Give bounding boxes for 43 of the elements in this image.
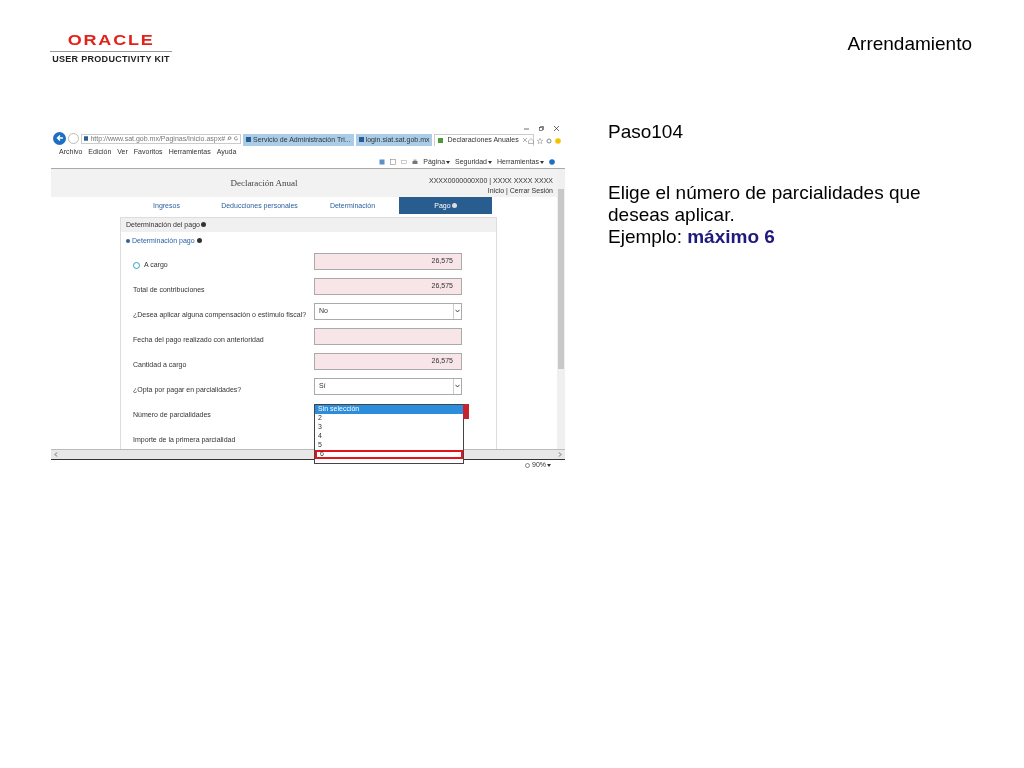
caret-icon [547,463,551,467]
help-icon[interactable] [549,159,555,166]
vertical-scrollbar[interactable] [557,168,565,449]
info-badge-icon [200,222,206,228]
brand-logo: ORACLE [67,31,155,48]
minimize-icon[interactable] [524,126,529,131]
star-icon[interactable] [537,138,543,144]
horizontal-scrollbar[interactable] [51,448,565,460]
refresh-icon [233,136,238,142]
search-icon [227,136,232,142]
expand-icon[interactable] [126,238,130,243]
print-icon[interactable] [412,159,419,166]
site-icon [84,136,89,142]
scroll-right-icon[interactable] [558,452,562,458]
restore-icon[interactable] [539,126,544,131]
caret-icon [488,160,492,164]
text-field[interactable] [314,327,462,345]
chevron-down-icon [455,384,460,389]
back-button[interactable] [53,131,66,145]
scroll-left-icon[interactable] [54,452,58,458]
document-title: Arrendamiento [847,33,972,56]
home-page-icon[interactable] [379,159,386,166]
caret-icon [540,160,544,164]
feeds-icon[interactable] [390,159,397,166]
page-title: Declaración Anual [230,179,298,188]
settings-icon[interactable] [546,138,552,144]
zoom-icon [525,462,530,468]
instruction-text: Elige el número de parcialidades que deseas aplicar. [608,182,922,226]
home-icon[interactable] [528,138,534,144]
chevron-down-icon [455,309,460,314]
info-badge-icon [196,238,202,244]
caret-icon [446,160,451,164]
mail-icon[interactable] [401,159,408,166]
scroll-thumb[interactable] [558,188,564,369]
product-name: USER PRODUCTIVITY KIT [52,54,170,64]
step-title: Paso104 [608,121,684,143]
page-icon [246,137,251,143]
example-text: Ejemplo: máximo 6 [608,226,776,248]
close-icon[interactable] [554,126,559,131]
back-arrow-icon [55,134,64,143]
info-badge-icon [451,203,457,209]
page-icon [358,137,364,143]
page-icon [438,137,444,143]
